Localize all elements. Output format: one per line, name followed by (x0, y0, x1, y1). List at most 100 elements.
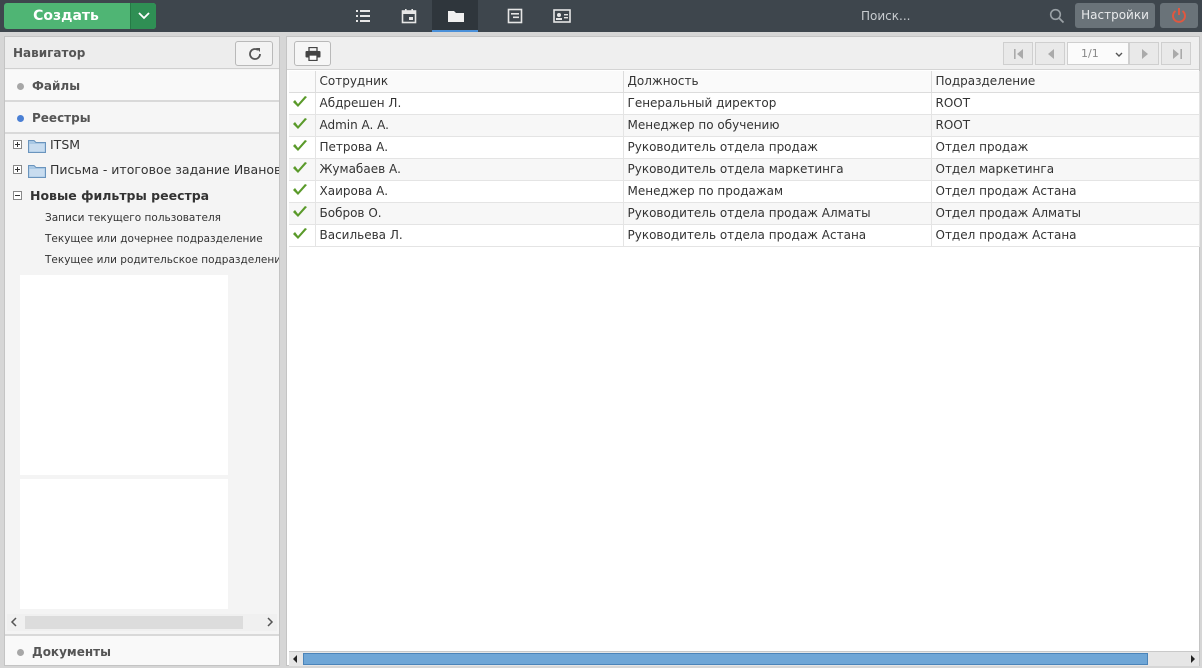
section-files[interactable]: Файлы (5, 70, 279, 102)
logout-button[interactable] (1160, 3, 1198, 28)
scroll-left-icon[interactable] (291, 654, 299, 664)
cell-department: Отдел продаж (931, 136, 1200, 159)
tree-item-label: Письма - итоговое задание Иванова (50, 162, 279, 177)
scrollbar-thumb[interactable] (303, 653, 1148, 665)
section-documents[interactable]: Документы (5, 634, 279, 665)
row-status-cell (289, 158, 316, 181)
employees-table: Сотрудник Должность Подразделение Абдреш… (289, 71, 1200, 247)
checkmark-icon (293, 183, 307, 195)
row-status-cell (289, 224, 316, 247)
bullet-icon (17, 83, 24, 90)
table-row[interactable]: Васильева Л. Руководитель отдела продаж А… (289, 224, 1200, 247)
print-button[interactable] (294, 41, 331, 66)
cell-employee: Васильева Л. (315, 224, 624, 247)
first-page-icon (1014, 49, 1023, 59)
create-dropdown-button[interactable] (130, 3, 156, 29)
cell-position: Менеджер по продажам (623, 180, 932, 203)
navigator-horizontal-scrollbar[interactable] (7, 614, 277, 631)
navigator-title: Навигатор (13, 46, 86, 60)
inbox-icon (507, 8, 523, 24)
checkmark-icon (293, 161, 307, 173)
checkmark-icon (293, 227, 307, 239)
contact-card-icon (553, 9, 571, 23)
tree-item-itsm[interactable]: ITSM (5, 135, 279, 157)
table-header-row: Сотрудник Должность Подразделение (289, 71, 1200, 93)
tab-list[interactable] (340, 0, 386, 32)
tree-item-letters[interactable]: Письма - итоговое задание Иванова (5, 160, 279, 182)
folder-icon (28, 140, 46, 153)
refresh-button[interactable] (235, 41, 273, 66)
collapse-icon[interactable] (13, 191, 22, 200)
main-horizontal-scrollbar[interactable] (289, 651, 1199, 666)
tab-contacts[interactable] (538, 0, 584, 32)
prev-page-icon (1048, 49, 1054, 59)
create-button-label: Создать (33, 8, 99, 24)
first-page-button[interactable] (1003, 42, 1033, 65)
cell-employee: Абдрешен Л. (315, 92, 624, 115)
bullet-icon (17, 115, 24, 122)
cell-employee: Бобров О. (315, 202, 624, 225)
filter-current-or-child-unit[interactable]: Текущее или дочернее подразделение (45, 233, 263, 253)
search-icon[interactable] (1049, 8, 1065, 24)
empty-area (20, 479, 228, 609)
cell-employee: Admin A. A. (315, 114, 624, 137)
cell-employee: Жумабаев А. (315, 158, 624, 181)
bullet-icon (17, 649, 24, 656)
table-row[interactable]: Admin A. A. Менеджер по обучению ROOT (289, 114, 1200, 137)
cell-position: Руководитель отдела маркетинга (623, 158, 932, 181)
create-button[interactable]: Создать (4, 3, 156, 29)
last-page-button[interactable] (1161, 42, 1191, 65)
calendar-icon (401, 9, 417, 24)
tree-item-new-filters[interactable]: Новые фильтры реестра (5, 186, 279, 208)
tab-folders[interactable] (432, 0, 478, 32)
column-header-employee[interactable]: Сотрудник (315, 71, 624, 93)
row-status-cell (289, 180, 316, 203)
navigator-panel: Навигатор Файлы Реестры ITSM Письма - ит… (4, 36, 280, 666)
tab-inbox[interactable] (492, 0, 538, 32)
table-row[interactable]: Жумабаев А. Руководитель отдела маркетинг… (289, 158, 1200, 181)
search-input[interactable] (853, 5, 1068, 27)
chevron-down-icon (138, 12, 150, 20)
scrollbar-thumb[interactable] (25, 616, 243, 629)
chevron-down-icon (1115, 52, 1123, 57)
next-page-button[interactable] (1129, 42, 1159, 65)
scroll-right-icon[interactable] (266, 617, 274, 627)
scroll-left-icon[interactable] (10, 617, 18, 627)
page-indicator: 1/1 (1081, 47, 1099, 60)
cell-department: Отдел продаж Алматы (931, 202, 1200, 225)
row-status-cell (289, 92, 316, 115)
expand-icon[interactable] (13, 140, 22, 149)
printer-icon (305, 47, 321, 61)
registry-tree: ITSM Письма - итоговое задание Иванова Н… (5, 135, 279, 631)
section-registries[interactable]: Реестры (5, 102, 279, 134)
top-toolbar: Создать Настройки (0, 0, 1202, 32)
column-header-position[interactable]: Должность (623, 71, 932, 93)
main-toolbar: 1/1 (287, 37, 1199, 70)
prev-page-button[interactable] (1035, 42, 1065, 65)
scroll-right-icon[interactable] (1189, 654, 1197, 664)
row-status-cell (289, 114, 316, 137)
table-body: Абдрешен Л. Генеральный директор ROOT Admin… (289, 92, 1200, 247)
section-files-label: Файлы (32, 79, 81, 93)
cell-department: ROOT (931, 92, 1200, 115)
cell-department: ROOT (931, 114, 1200, 137)
cell-position: Руководитель отдела продаж Астана (623, 224, 932, 247)
settings-button[interactable]: Настройки (1075, 3, 1155, 28)
navigator-header: Навигатор (5, 37, 279, 69)
table-row[interactable]: Петрова А. Руководитель отдела продаж Отде… (289, 136, 1200, 159)
table-row[interactable]: Хаирова А. Менеджер по продажам Отдел прод… (289, 180, 1200, 203)
folder-icon (448, 11, 464, 22)
column-header-department[interactable]: Подразделение (931, 71, 1200, 93)
tree-item-label: Новые фильтры реестра (30, 188, 210, 203)
checkmark-icon (293, 205, 307, 217)
table-row[interactable]: Бобров О. Руководитель отдела продаж Алма… (289, 202, 1200, 225)
expand-icon[interactable] (13, 165, 22, 174)
page-select[interactable]: 1/1 (1067, 42, 1129, 65)
cell-employee: Петрова А. (315, 136, 624, 159)
table-row[interactable]: Абдрешен Л. Генеральный директор ROOT (289, 92, 1200, 115)
filter-current-or-parent-unit[interactable]: Текущее или родительское подразделение (45, 254, 279, 274)
filter-current-user[interactable]: Записи текущего пользователя (45, 212, 221, 232)
cell-department: Отдел маркетинга (931, 158, 1200, 181)
tab-calendar[interactable] (386, 0, 432, 32)
next-page-icon (1142, 49, 1148, 59)
